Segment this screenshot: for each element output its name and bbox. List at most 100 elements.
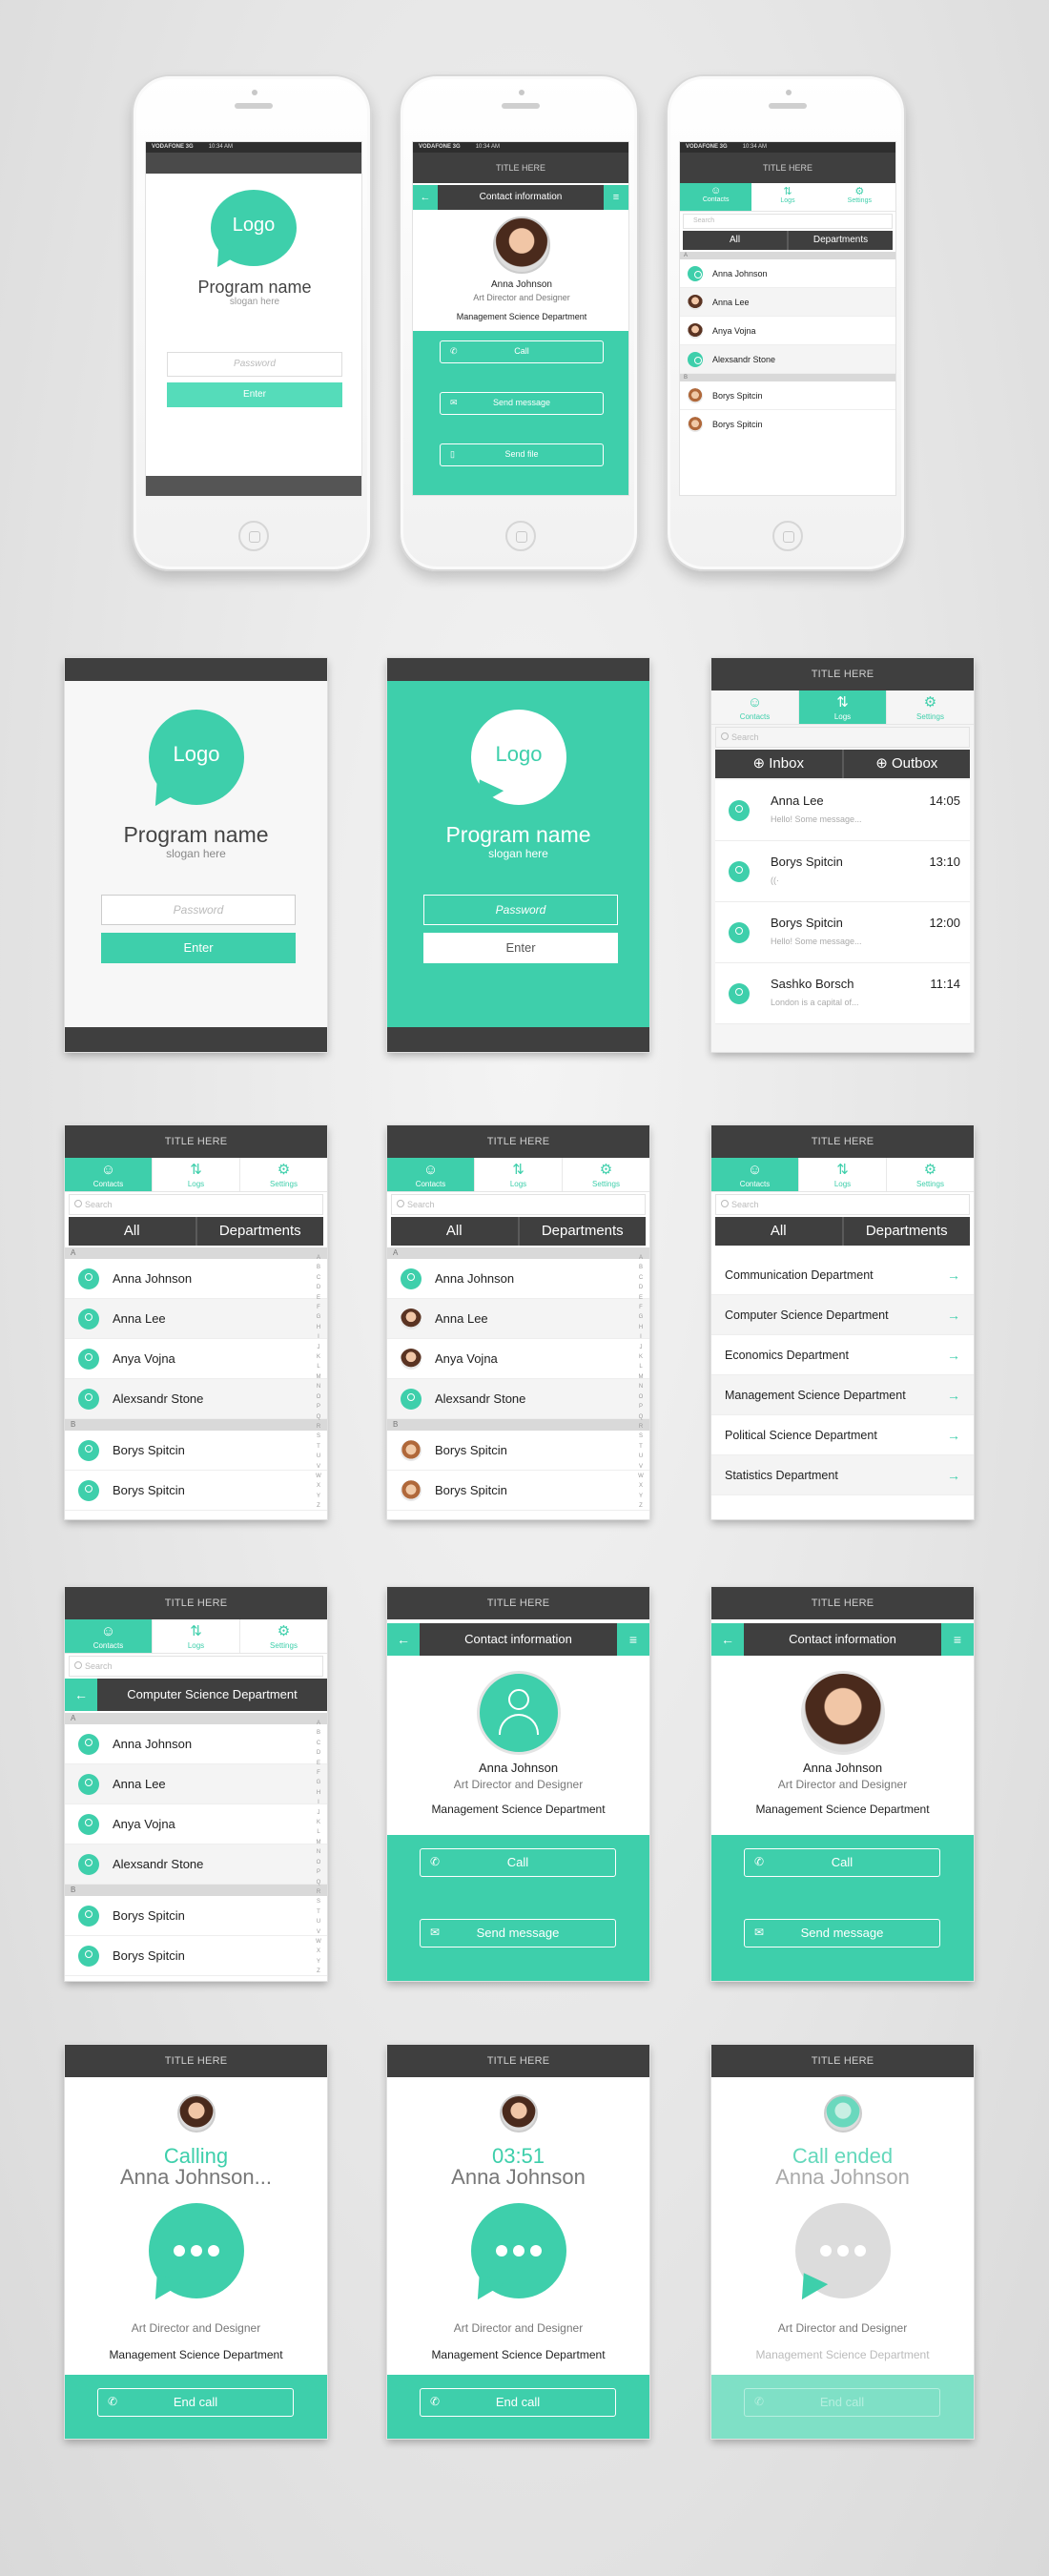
list-item[interactable]: Borys Spitcin xyxy=(387,1471,649,1511)
search-input[interactable]: Search xyxy=(715,727,970,748)
tab-logs[interactable]: ⇅ Logs xyxy=(751,183,823,211)
seg-all[interactable]: All xyxy=(391,1217,520,1246)
search-input[interactable]: Search xyxy=(391,1194,646,1215)
tab-settings[interactable]: ⚙ Settings xyxy=(887,690,974,724)
call-button[interactable]: ✆ Call xyxy=(744,1848,940,1877)
tab-logs[interactable]: ⇅ Logs xyxy=(153,1619,240,1653)
tab-settings[interactable]: ⚙ Settings xyxy=(240,1619,327,1653)
log-item[interactable]: Borys Spitcin 13:10 ((· xyxy=(715,841,970,902)
password-input[interactable]: Password xyxy=(423,895,618,925)
menu-icon[interactable]: ≡ xyxy=(604,185,628,210)
tab-contacts[interactable]: ☺ Contacts xyxy=(711,690,799,724)
department-item[interactable]: Political Science Department → xyxy=(711,1415,974,1455)
seg-all[interactable]: All xyxy=(715,1217,844,1246)
list-item[interactable]: Anna Lee xyxy=(65,1299,327,1339)
title-bar: TITLE HERE xyxy=(711,658,974,690)
list-item[interactable]: Anna Johnson xyxy=(387,1259,649,1299)
log-item[interactable]: Sashko Borsch 11:14 London is a capital of… xyxy=(715,963,970,1024)
list-item[interactable]: Anya Vojna xyxy=(65,1339,327,1379)
tab-settings[interactable]: ⚙ Settings xyxy=(563,1158,649,1191)
list-item[interactable]: Alexsandr Stone xyxy=(680,345,895,374)
menu-icon[interactable]: ≡ xyxy=(617,1623,649,1656)
department-item[interactable]: Economics Department → xyxy=(711,1335,974,1375)
tab-contacts[interactable]: ☺ Contacts xyxy=(387,1158,475,1191)
tab-settings[interactable]: ⚙ Settings xyxy=(887,1158,974,1191)
send-file-button[interactable]: ▯ Send file xyxy=(440,443,604,466)
back-icon[interactable]: ← xyxy=(413,185,438,210)
back-icon[interactable]: ← xyxy=(711,1623,744,1656)
call-button[interactable]: ✆ Call xyxy=(420,1848,616,1877)
department-item[interactable]: Communication Department → xyxy=(711,1255,974,1295)
department-item[interactable]: Management Science Department → xyxy=(711,1375,974,1415)
list-item[interactable]: Alexsandr Stone xyxy=(387,1379,649,1419)
home-button[interactable] xyxy=(238,521,269,551)
list-item[interactable]: Anna Johnson xyxy=(65,1259,327,1299)
arrow-right-icon: → xyxy=(947,1467,960,1483)
seg-all[interactable]: All xyxy=(683,231,789,250)
list-item[interactable]: Anna Lee xyxy=(680,288,895,317)
alphabet-index[interactable]: ABCDEFGHIJKLMNOPQRSTUVWXYZ xyxy=(636,1253,646,1512)
log-item[interactable]: Anna Lee 14:05 Hello! Some message... xyxy=(715,780,970,841)
seg-departments[interactable]: Departments xyxy=(197,1217,324,1246)
tab-settings[interactable]: ⚙ Settings xyxy=(240,1158,327,1191)
contact-info-photo-screen: TITLE HERE ← Contact information ≡ Anna Jo… xyxy=(711,1587,974,1981)
tab-settings[interactable]: ⚙ Settings xyxy=(824,183,895,211)
list-item[interactable]: Borys Spitcin xyxy=(65,1936,327,1976)
home-button[interactable] xyxy=(505,521,536,551)
back-icon[interactable]: ← xyxy=(387,1623,420,1656)
log-item[interactable]: Borys Spitcin 12:00 Hello! Some message... xyxy=(715,902,970,963)
home-button[interactable] xyxy=(772,521,803,551)
alphabet-index[interactable]: ABCDEFGHIJKLMNOPQRSTUVWXYZ xyxy=(314,1253,323,1512)
search-input[interactable]: Search xyxy=(69,1656,323,1677)
list-item[interactable]: Borys Spitcin xyxy=(65,1431,327,1471)
search-input[interactable]: Search xyxy=(69,1194,323,1215)
tab-logs[interactable]: ⇅ Logs xyxy=(153,1158,240,1191)
list-item[interactable]: Anna Johnson xyxy=(65,1724,327,1764)
list-item[interactable]: Alexsandr Stone xyxy=(65,1379,327,1419)
outbox-tab[interactable]: ⊕ Outbox xyxy=(844,750,971,778)
search-input[interactable]: Search xyxy=(715,1194,970,1215)
end-call-button[interactable]: ✆ End call xyxy=(97,2388,294,2417)
list-item[interactable]: Alexsandr Stone xyxy=(65,1844,327,1885)
tab-logs[interactable]: ⇅ Logs xyxy=(799,1158,887,1191)
send-message-button[interactable]: ✉ Send message xyxy=(420,1919,616,1947)
tab-logs[interactable]: ⇅ Logs xyxy=(475,1158,563,1191)
list-item[interactable]: Anya Vojna xyxy=(387,1339,649,1379)
inbox-tab[interactable]: ⊕ Inbox xyxy=(715,750,844,778)
enter-button[interactable]: Enter xyxy=(167,382,342,407)
seg-departments[interactable]: Departments xyxy=(789,231,893,250)
alphabet-index[interactable]: ABCDEFGHIJKLMNOPQRSTUVWXYZ xyxy=(314,1719,323,1977)
end-call-button[interactable]: ✆ End call xyxy=(744,2388,940,2417)
list-item[interactable]: Anna Lee xyxy=(65,1764,327,1804)
seg-all[interactable]: All xyxy=(69,1217,197,1246)
password-input[interactable]: Password xyxy=(101,895,296,925)
list-item[interactable]: Anna Lee xyxy=(387,1299,649,1339)
tab-contacts[interactable]: ☺ Contacts xyxy=(65,1619,153,1653)
enter-button[interactable]: Enter xyxy=(423,933,618,963)
call-button[interactable]: ✆ Call xyxy=(440,340,604,363)
department-item[interactable]: Computer Science Department → xyxy=(711,1295,974,1335)
list-item[interactable]: Anya Vojna xyxy=(680,317,895,345)
search-input[interactable]: Search xyxy=(683,214,893,229)
list-item[interactable]: Anya Vojna xyxy=(65,1804,327,1844)
tab-contacts[interactable]: ☺ Contacts xyxy=(711,1158,799,1191)
list-item[interactable]: Borys Spitcin xyxy=(680,410,895,439)
tab-contacts[interactable]: ☺ Contacts xyxy=(65,1158,153,1191)
enter-button[interactable]: Enter xyxy=(101,933,296,963)
back-icon[interactable]: ← xyxy=(65,1679,97,1711)
list-item[interactable]: Borys Spitcin xyxy=(65,1896,327,1936)
send-message-button[interactable]: ✉ Send message xyxy=(744,1919,940,1947)
seg-departments[interactable]: Departments xyxy=(844,1217,971,1246)
tab-logs[interactable]: ⇅ Logs xyxy=(799,690,887,724)
department-item[interactable]: Statistics Department → xyxy=(711,1455,974,1495)
password-input[interactable]: Password xyxy=(167,352,342,377)
list-item[interactable]: Anna Johnson xyxy=(680,259,895,288)
menu-icon[interactable]: ≡ xyxy=(941,1623,974,1656)
end-call-button[interactable]: ✆ End call xyxy=(420,2388,616,2417)
list-item[interactable]: Borys Spitcin xyxy=(680,381,895,410)
send-message-button[interactable]: ✉ Send message xyxy=(440,392,604,415)
list-item[interactable]: Borys Spitcin xyxy=(387,1431,649,1471)
tab-contacts[interactable]: ☺ Contacts xyxy=(680,183,752,211)
list-item[interactable]: Borys Spitcin xyxy=(65,1471,327,1511)
seg-departments[interactable]: Departments xyxy=(520,1217,647,1246)
